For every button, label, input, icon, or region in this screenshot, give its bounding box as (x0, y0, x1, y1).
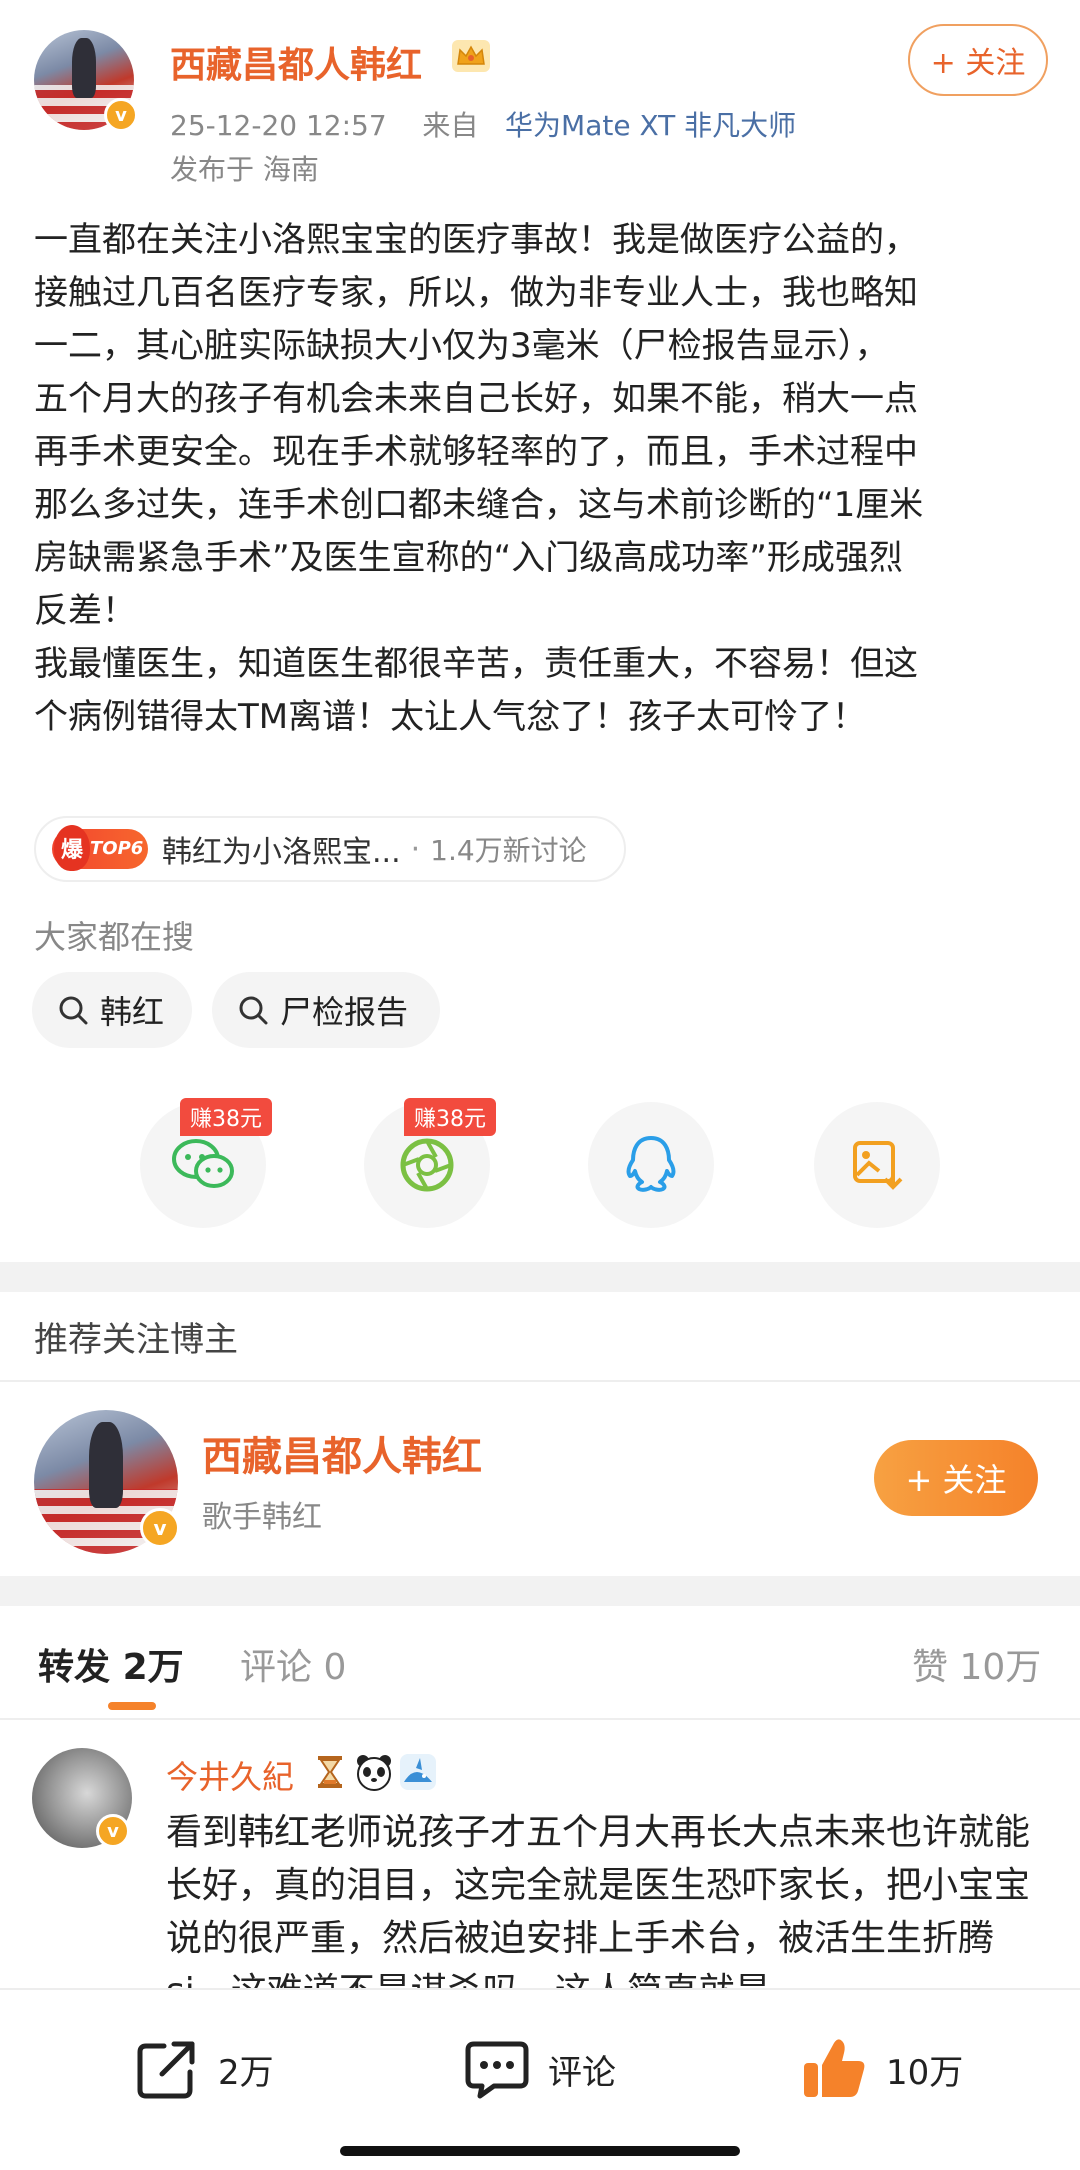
share-arrow-icon (137, 2041, 195, 2099)
hot-topic-pill[interactable]: 爆 TOP6 韩红为小洛熙宝... · 1.4万新讨论 (34, 816, 626, 882)
shark-icon (400, 1754, 436, 1790)
search-icon (239, 996, 268, 1025)
save-image-icon (853, 1141, 903, 1190)
topic-separator: · (410, 831, 421, 867)
divider (0, 1718, 1080, 1720)
search-chip-label: 尸检报告 (280, 993, 409, 1031)
author-name[interactable]: 西藏昌都人韩红 (170, 36, 422, 88)
share-qq-button[interactable] (588, 1102, 714, 1228)
bottom-action-bar: 2万 评论 10万 (0, 1988, 1080, 2170)
section-gap (0, 1262, 1080, 1292)
reward-tag-wechat: 赚38元 (180, 1098, 272, 1136)
hot-fire-icon: 爆 (54, 825, 90, 871)
recommend-name[interactable]: 西藏昌都人韩红 (202, 1424, 482, 1482)
home-indicator (340, 2146, 740, 2156)
hourglass-icon (318, 1756, 342, 1788)
recommend-title: 推荐关注博主 (34, 1320, 238, 1360)
search-suggest-label: 大家都在搜 (34, 918, 195, 956)
wechat-icon (172, 1139, 234, 1188)
qq-icon (626, 1136, 676, 1192)
verified-badge-icon: v (140, 1508, 180, 1548)
tab-like[interactable]: 赞 10万 (912, 1638, 1041, 1690)
like-count: 10万 (886, 2052, 964, 2093)
tab-repost[interactable]: 转发 2万 (38, 1638, 184, 1690)
crown-icon (452, 40, 490, 72)
tab-comment[interactable]: 评论 0 (240, 1638, 346, 1690)
post-header: v 西藏昌都人韩红 25-12-20 12:57 来自 华为Mate XT 非凡… (0, 0, 1080, 190)
thumbs-up-icon (804, 2039, 865, 2097)
hot-rank-badge: 爆 TOP6 (52, 825, 148, 871)
post-location: 发布于 海南 (170, 153, 319, 186)
search-icon (59, 996, 88, 1025)
reward-tag-moments: 赚38元 (404, 1098, 496, 1136)
post-timestamp: 25-12-20 12:57 (170, 109, 387, 142)
panda-icon (357, 1755, 391, 1791)
topic-text: 韩红为小洛熙宝... (162, 835, 401, 870)
repost-user-name[interactable]: 今井久紀 (166, 1752, 294, 1798)
recommend-desc: 歌手韩红 (202, 1500, 322, 1535)
moments-icon (400, 1138, 454, 1192)
topic-count: 1.4万新讨论 (430, 834, 587, 867)
search-chip-label: 韩红 (100, 993, 165, 1031)
section-gap (0, 1576, 1080, 1606)
repost-text: 看到韩红老师说孩子才五个月大再长大点未来也许就能长好，真的泪目，这完全就是医生恐… (166, 1812, 1031, 1990)
search-chip-hanhong[interactable]: 韩红 (32, 972, 192, 1048)
active-tab-indicator (108, 1702, 156, 1710)
interaction-tabs: 转发 2万 评论 0 赞 10万 (0, 1608, 1080, 1718)
hot-rank-text: TOP6 (90, 838, 144, 859)
comment-bubble-icon (465, 2041, 529, 2099)
from-prefix: 来自 (422, 109, 479, 142)
comment-label: 评论 (548, 2052, 616, 2093)
save-image-button[interactable] (814, 1102, 940, 1228)
like-action[interactable]: 10万 (800, 2034, 963, 2104)
repost-action[interactable]: 2万 (134, 2034, 274, 2104)
follow-button[interactable]: + 关注 (908, 24, 1048, 96)
repost-content-viewport: 看到韩红老师说孩子才五个月大再长大点未来也许就能长好，真的泪目，这完全就是医生恐… (0, 1800, 1080, 1990)
comment-action[interactable]: 评论 (464, 2034, 616, 2104)
recommend-follow-button[interactable]: + 关注 (874, 1440, 1038, 1516)
repost-count: 2万 (218, 2052, 274, 2093)
search-chip-autopsy[interactable]: 尸检报告 (212, 972, 440, 1048)
divider (0, 1380, 1080, 1382)
device-link[interactable]: 华为Mate XT 非凡大师 (505, 109, 796, 142)
verified-badge-icon: v (104, 98, 138, 132)
post-body: 一直都在关注小洛熙宝宝的医疗事故！我是做医疗公益的， 接触过几百名医疗专家，所以… (34, 220, 924, 737)
post-meta: 25-12-20 12:57 来自 华为Mate XT 非凡大师 (170, 104, 796, 144)
